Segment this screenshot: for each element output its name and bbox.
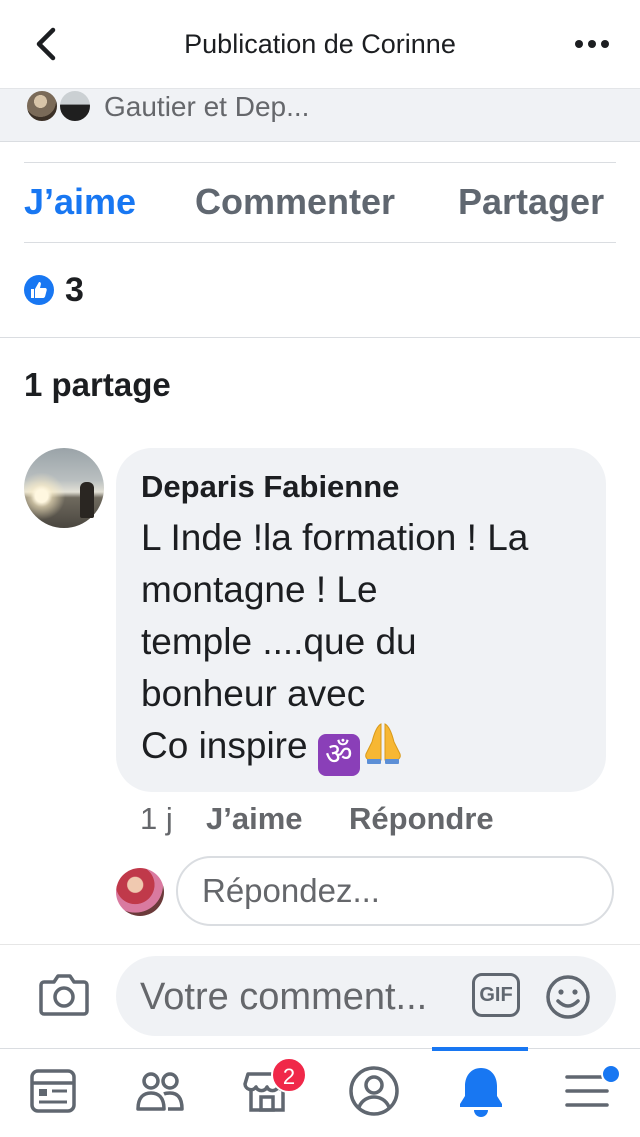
more-dots-icon bbox=[575, 40, 583, 48]
more-dot bbox=[588, 40, 596, 48]
shared-by-text: Gautier et Dep... bbox=[104, 91, 310, 122]
chevron-left-icon bbox=[36, 27, 56, 61]
tab-profile[interactable] bbox=[347, 1064, 401, 1118]
shared-by-strip[interactable] bbox=[0, 88, 640, 142]
comment-text: L Inde !la formation ! La montagne ! Le … bbox=[141, 512, 596, 776]
tab-friends[interactable] bbox=[133, 1064, 187, 1118]
tab-bar bbox=[0, 1048, 640, 1137]
tab-news-feed[interactable] bbox=[26, 1064, 80, 1118]
current-user-avatar bbox=[116, 868, 164, 916]
news-feed-icon bbox=[30, 1069, 76, 1113]
more-dot bbox=[601, 40, 609, 48]
profile-icon bbox=[349, 1066, 399, 1116]
comment-body: L Inde !la formation ! La montagne ! Le … bbox=[141, 517, 529, 766]
comment-reply-button[interactable]: Répondre bbox=[349, 798, 494, 840]
bell-icon bbox=[460, 1068, 502, 1117]
comment-input-placeholder[interactable]: Votre comment... bbox=[140, 974, 427, 1020]
tab-notifications[interactable] bbox=[454, 1064, 508, 1118]
om-emoji-icon: ॐ bbox=[317, 734, 360, 776]
camera-button[interactable] bbox=[38, 970, 90, 1018]
active-tab-indicator bbox=[432, 1047, 528, 1051]
more-options-button[interactable] bbox=[566, 26, 618, 62]
avatar bbox=[25, 89, 59, 123]
folded-hands-emoji-icon bbox=[365, 723, 401, 764]
avatar-figure bbox=[80, 482, 94, 518]
comment-like-button[interactable]: J’aime bbox=[206, 798, 303, 840]
friends-icon bbox=[136, 1072, 184, 1111]
like-reaction-icon[interactable] bbox=[24, 275, 54, 305]
comment-time: 1 j bbox=[140, 801, 173, 836]
comment-author[interactable]: Deparis Fabienne bbox=[141, 466, 399, 508]
divider bbox=[0, 337, 640, 338]
camera-icon bbox=[39, 974, 89, 1016]
thumbs-up-icon bbox=[31, 282, 47, 298]
reply-input[interactable]: Répondez... bbox=[176, 856, 614, 926]
avatar bbox=[58, 89, 92, 123]
shares-heading: 1 partage bbox=[24, 366, 171, 403]
menu-notification-dot bbox=[601, 1064, 621, 1084]
back-button[interactable] bbox=[28, 24, 68, 64]
share-button[interactable]: Partager bbox=[458, 180, 604, 224]
header-bar bbox=[0, 0, 640, 88]
divider bbox=[24, 162, 616, 163]
comment-button[interactable]: Commenter bbox=[195, 180, 395, 224]
notification-badge: 2 bbox=[271, 1057, 307, 1093]
divider bbox=[24, 242, 616, 243]
like-button[interactable]: J’aime bbox=[24, 180, 136, 224]
emoji-button[interactable] bbox=[545, 974, 591, 1020]
smiley-icon bbox=[546, 975, 590, 1019]
reaction-count[interactable]: 3 bbox=[65, 269, 84, 311]
gif-button[interactable]: GIF bbox=[472, 973, 520, 1017]
